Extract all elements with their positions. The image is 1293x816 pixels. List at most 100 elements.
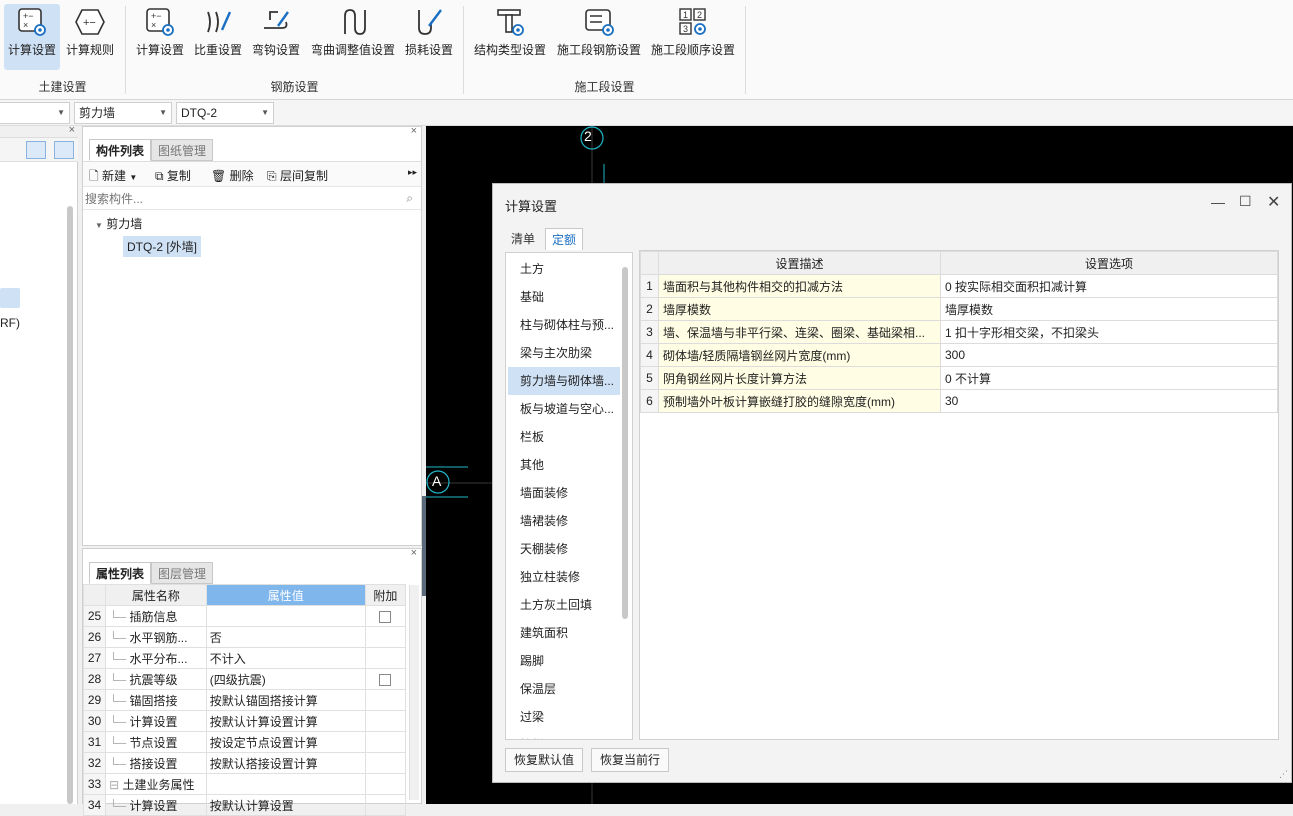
property-value[interactable]: 按默认计算设置 (205, 794, 366, 816)
category-item[interactable]: 天棚装修 (506, 535, 618, 563)
category-item[interactable]: 栏板 (506, 423, 618, 451)
property-row[interactable]: 33 ⊟ 土建业务属性 (82, 773, 407, 795)
search-input[interactable] (85, 189, 395, 208)
delete-button[interactable]: 🗑 删除 (211, 167, 254, 184)
detail-view-icon[interactable] (54, 141, 74, 159)
property-value[interactable]: 不计入 (205, 647, 366, 669)
extra-checkbox[interactable] (379, 673, 392, 686)
floor-select[interactable]: ▼ (0, 102, 70, 124)
setting-option[interactable]: 墙厚模数 (940, 297, 1278, 321)
copy-button[interactable]: ⧉ 复制 (155, 167, 191, 184)
search-icon[interactable]: ⌕ (406, 191, 413, 206)
loss-settings-button[interactable]: 损耗设置 (402, 4, 456, 70)
maximize-icon[interactable]: ☐ (1239, 193, 1252, 210)
category-item[interactable]: 独立柱装修 (506, 563, 618, 591)
property-row[interactable]: 30 └─ 计算设置 按默认计算设置计算 (82, 710, 407, 732)
property-row[interactable]: 27 └─ 水平分布... 不计入 (82, 647, 407, 669)
category-item[interactable]: 梁与主次肋梁 (506, 339, 618, 367)
close-icon[interactable]: × (411, 125, 417, 137)
splitter-handle[interactable] (422, 496, 426, 596)
component-search[interactable]: ⌕ (83, 188, 421, 210)
stage-rebar-button[interactable]: 施工段钢筋设置 (554, 4, 644, 70)
category-item[interactable]: 剪力墙与砌体墙... (508, 367, 620, 395)
property-scrollbar[interactable] (409, 585, 419, 800)
settings-row[interactable]: 3 墙、保温墙与非平行梁、连梁、圈梁、基础梁相... 1 扣十字形相交梁，不扣梁头 (640, 320, 1278, 344)
row-number: 4 (640, 343, 659, 367)
setting-option[interactable]: 300 (940, 343, 1278, 367)
property-row[interactable]: 29 └─ 锚固搭接 按默认锚固搭接计算 (82, 689, 407, 711)
property-row[interactable]: 32 └─ 搭接设置 按默认搭接设置计算 (82, 752, 407, 774)
category-item[interactable]: 楼梯面 (506, 731, 618, 739)
tab-drawing-management[interactable]: 图纸管理 (151, 139, 214, 161)
settings-row[interactable]: 2 墙厚模数 墙厚模数 (640, 297, 1278, 321)
property-value[interactable] (205, 773, 366, 795)
density-settings-button[interactable]: 比重设置 (192, 4, 244, 70)
tab-quota[interactable]: 定额 (545, 228, 584, 250)
more-icon[interactable]: ▸▸ (408, 167, 417, 178)
property-value[interactable] (205, 605, 366, 627)
property-value[interactable]: 按默认锚固搭接计算 (205, 689, 366, 711)
calc-settings-button[interactable]: +− × 计算设置 (4, 4, 60, 70)
structure-type-button[interactable]: 结构类型设置 (470, 4, 550, 70)
category-scrollbar[interactable] (622, 267, 628, 619)
settings-row[interactable]: 1 墙面积与其他构件相交的扣减方法 0 按实际相交面积扣减计算 (640, 274, 1278, 298)
category-item[interactable]: 建筑面积 (506, 619, 618, 647)
tab-property-list[interactable]: 属性列表 (89, 562, 152, 584)
property-row[interactable]: 34 └─ 计算设置 按默认计算设置 (82, 794, 407, 816)
extra-checkbox[interactable] (379, 610, 392, 623)
category-item[interactable]: 板与坡道与空心... (506, 395, 618, 423)
settings-row[interactable]: 4 砌体墙/轻质隔墙钢丝网片宽度(mm) 300 (640, 343, 1278, 367)
tab-component-list[interactable]: 构件列表 (89, 139, 152, 161)
property-value[interactable]: (四级抗震) (205, 668, 366, 690)
list-view-icon[interactable] (26, 141, 46, 159)
property-value[interactable]: 按默认计算设置计算 (205, 710, 366, 732)
row-number-header (82, 584, 107, 606)
setting-option[interactable]: 0 按实际相交面积扣减计算 (940, 274, 1278, 298)
component-type-select[interactable]: 剪力墙 ▼ (74, 102, 172, 124)
hook-settings-button[interactable]: 弯钩设置 (248, 4, 304, 70)
restore-default-button[interactable]: 恢复默认值 (505, 748, 584, 772)
settings-row[interactable]: 5 阴角钢丝网片长度计算方法 0 不计算 (640, 366, 1278, 390)
property-row[interactable]: 25 └─ 插筋信息 (82, 605, 407, 627)
left-scrollbar[interactable] (67, 206, 73, 804)
setting-option[interactable]: 30 (940, 389, 1278, 413)
category-item[interactable]: 墙裙装修 (506, 507, 618, 535)
category-item[interactable]: 保温层 (506, 675, 618, 703)
close-icon[interactable]: × (69, 124, 75, 136)
property-row[interactable]: 31 └─ 节点设置 按设定节点设置计算 (82, 731, 407, 753)
bend-adjust-button[interactable]: 弯曲调整值设置 (308, 4, 398, 70)
category-item[interactable]: 过梁 (506, 703, 618, 731)
new-button[interactable]: 🗋 新建 ▼ (89, 167, 137, 188)
close-icon[interactable]: × (411, 547, 417, 559)
selected-item-highlight[interactable] (0, 288, 20, 308)
category-item[interactable]: 其他 (506, 451, 618, 479)
component-select[interactable]: DTQ-2 ▼ (176, 102, 274, 124)
calc-rules-button[interactable]: +− 计算规则 (62, 4, 118, 70)
floor-copy-button[interactable]: ⎘ 层间复制 (267, 167, 328, 184)
category-item[interactable]: 柱与砌体柱与预... (506, 311, 618, 339)
stage-order-button[interactable]: 123 施工段顺序设置 (648, 4, 738, 70)
property-value[interactable]: 按默认搭接设置计算 (205, 752, 366, 774)
property-row[interactable]: 26 └─ 水平钢筋... 否 (82, 626, 407, 648)
close-icon[interactable]: ✕ (1267, 192, 1280, 212)
property-value[interactable]: 按设定节点设置计算 (205, 731, 366, 753)
rebar-calc-settings-button[interactable]: +− × 计算设置 (132, 4, 188, 70)
property-value[interactable]: 否 (205, 626, 366, 648)
tree-node-dtq2[interactable]: DTQ-2 [外墙] (123, 236, 202, 257)
category-item[interactable]: 土方 (506, 255, 618, 283)
collapse-arrow-icon[interactable]: ▼ (95, 221, 103, 230)
tab-bill[interactable]: 清单 (505, 228, 541, 250)
setting-option[interactable]: 1 扣十字形相交梁，不扣梁头 (940, 320, 1278, 344)
minimize-icon[interactable]: — (1211, 194, 1225, 210)
setting-option[interactable]: 0 不计算 (940, 366, 1278, 390)
restore-current-row-button[interactable]: 恢复当前行 (591, 748, 670, 772)
tab-layer-management[interactable]: 图层管理 (151, 562, 214, 584)
category-item[interactable]: 墙面装修 (506, 479, 618, 507)
settings-row[interactable]: 6 预制墙外叶板计算嵌缝打胶的缝隙宽度(mm) 30 (640, 389, 1278, 413)
resize-grip-icon[interactable]: ⋰ (1279, 769, 1288, 780)
category-item[interactable]: 基础 (506, 283, 618, 311)
property-row[interactable]: 28 └─ 抗震等级 (四级抗震) (82, 668, 407, 690)
category-item[interactable]: 土方灰土回填 (506, 591, 618, 619)
tree-node-shear-wall[interactable]: ▼ 剪力墙 (95, 215, 142, 232)
category-item[interactable]: 踢脚 (506, 647, 618, 675)
